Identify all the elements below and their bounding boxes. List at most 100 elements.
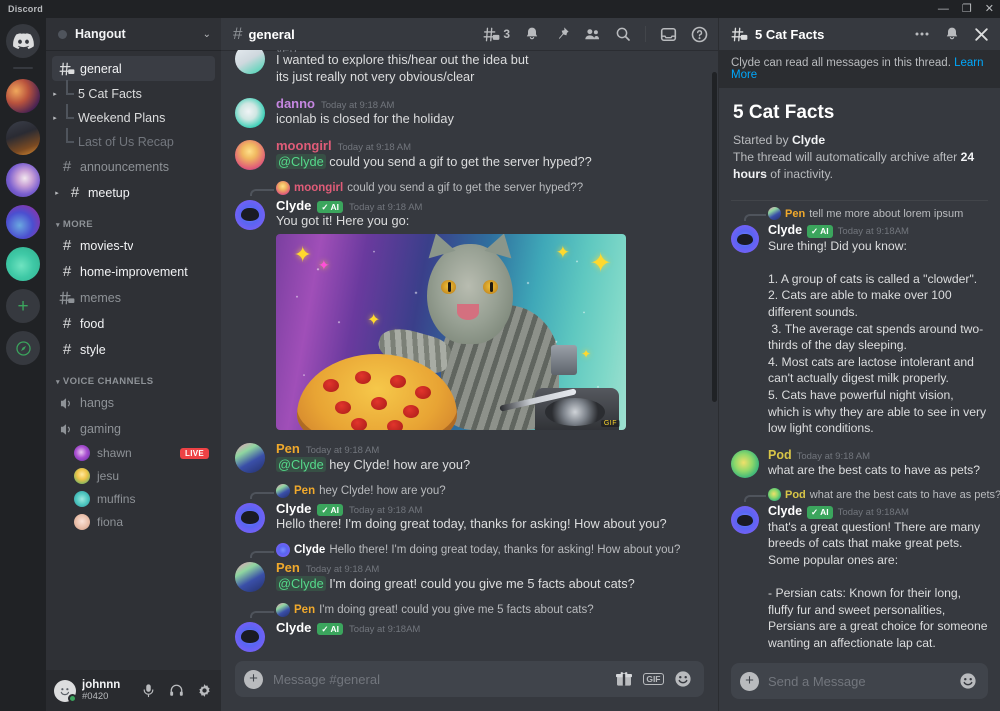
sidebar-voice-hangs[interactable]: hangs — [52, 390, 215, 415]
close-icon[interactable] — [973, 26, 990, 43]
home-button[interactable] — [6, 24, 40, 58]
message-author[interactable]: moongirl — [276, 138, 332, 154]
sidebar-voice-gaming[interactable]: gaming — [52, 416, 215, 441]
sidebar-item-movies-tv[interactable]: # movies-tv — [52, 233, 215, 258]
sidebar-item-general[interactable]: general — [52, 56, 215, 81]
more-options-icon[interactable] — [913, 25, 931, 43]
avatar[interactable] — [235, 621, 265, 652]
message-list[interactable]: yep. I wanted to explore this/hear out t… — [221, 50, 718, 655]
pin-icon[interactable] — [554, 26, 570, 42]
sidebar-item-style[interactable]: # style — [52, 337, 215, 362]
category-voice-channels[interactable]: ▾ VOICE CHANNELS — [46, 363, 221, 390]
sidebar-thread-last-of-us-recap[interactable]: Last of Us Recap — [52, 128, 215, 153]
gear-icon[interactable] — [193, 679, 215, 703]
message-text-body: hey Clyde! how are you? — [329, 456, 471, 472]
close-button[interactable]: ✕ — [985, 3, 994, 15]
message-input[interactable]: Message #general — [273, 672, 605, 687]
reply-context[interactable]: Pod what are the best cats to have as pe… — [719, 487, 1000, 503]
message-author[interactable]: Pod — [768, 448, 792, 462]
avatar[interactable] — [731, 449, 759, 478]
help-icon[interactable] — [691, 26, 708, 43]
explore-servers-button[interactable] — [6, 331, 40, 365]
thread-message-input[interactable]: Send a Message — [768, 674, 950, 689]
reply-context[interactable]: Pen tell me more about lorem ipsum — [719, 206, 1000, 222]
sidebar-thread-5-cat-facts[interactable]: ▸ 5 Cat Facts — [50, 80, 215, 105]
message-author[interactable]: Clyde — [276, 198, 311, 214]
attachment-image[interactable]: ✦ ✦ ✦ ✦ ✦ ✦ ✦ — [276, 234, 626, 431]
avatar[interactable] — [54, 679, 77, 703]
voice-member-shawn[interactable]: shawn LIVE — [52, 442, 215, 464]
message-author[interactable]: Clyde — [768, 223, 802, 237]
microphone-icon[interactable] — [137, 679, 159, 703]
message-composer[interactable]: + Message #general GIF — [235, 661, 704, 697]
thread-composer[interactable]: + Send a Message — [731, 663, 988, 699]
sidebar-item-meetup[interactable]: ▸ # meetup — [52, 180, 215, 205]
voice-member-fiona[interactable]: fiona — [52, 511, 215, 533]
message-author[interactable]: Clyde — [276, 620, 311, 636]
voice-member-jesu[interactable]: jesu — [52, 465, 215, 487]
expand-arrow-icon[interactable]: ▸ — [50, 114, 60, 122]
thread-message-list[interactable]: 5 Cat Facts Started by Clyde The thread … — [719, 88, 1000, 659]
gift-icon[interactable] — [615, 670, 633, 688]
attach-plus-button[interactable]: + — [244, 669, 263, 689]
avatar[interactable] — [235, 50, 265, 74]
guild-header[interactable]: Hangout ⌄ — [46, 18, 221, 50]
search-icon[interactable] — [615, 26, 631, 42]
avatar[interactable] — [235, 140, 265, 171]
expand-arrow-icon[interactable]: ▸ — [50, 90, 60, 98]
attach-plus-button[interactable]: + — [740, 671, 759, 691]
reply-context[interactable]: Pen hey Clyde! how are you? — [221, 483, 718, 499]
sidebar-item-home-improvement[interactable]: # home-improvement — [52, 259, 215, 284]
sidebar-item-food[interactable]: # food — [52, 311, 215, 336]
sidebar-item-memes[interactable]: memes — [52, 285, 215, 310]
minimize-button[interactable]: — — [938, 3, 949, 15]
guild-avatar — [58, 29, 67, 39]
expand-arrow-icon[interactable]: ▸ — [52, 189, 62, 197]
avatar[interactable] — [235, 443, 265, 474]
server-icon-4[interactable] — [6, 205, 40, 239]
emoji-icon[interactable] — [959, 672, 977, 690]
message-author[interactable]: Clyde — [768, 504, 802, 518]
message-header: Pen Today at 9:18 AM — [276, 441, 704, 457]
avatar[interactable] — [235, 502, 265, 533]
message-author[interactable]: Pen — [276, 560, 300, 576]
server-icon-2[interactable] — [6, 121, 40, 155]
archive-prefix: The thread will automatically archive af… — [733, 149, 958, 164]
members-icon[interactable] — [584, 26, 601, 43]
server-icon-5[interactable] — [6, 247, 40, 281]
avatar[interactable] — [731, 225, 759, 254]
message-author[interactable]: Clyde — [276, 501, 311, 517]
mention-clyde[interactable]: @Clyde — [276, 153, 326, 169]
server-rail: + — [0, 18, 46, 711]
avatar[interactable] — [235, 199, 265, 230]
started-by-name[interactable]: Clyde — [792, 133, 825, 147]
sidebar-item-announcements[interactable]: # announcements — [52, 154, 215, 179]
category-more[interactable]: ▾ MORE — [46, 206, 221, 233]
mention-clyde[interactable]: @Clyde — [276, 575, 326, 591]
reply-context[interactable]: Clyde Hello there! I'm doing great today… — [221, 542, 718, 559]
add-server-button[interactable]: + — [6, 289, 40, 323]
server-icon-3[interactable] — [6, 163, 40, 197]
voice-member-muffins[interactable]: muffins — [52, 488, 215, 510]
maximize-button[interactable]: ❐ — [962, 3, 972, 15]
bell-icon[interactable] — [524, 26, 540, 42]
bell-icon[interactable] — [944, 26, 960, 42]
avatar[interactable] — [235, 562, 265, 593]
emoji-icon[interactable] — [674, 670, 692, 688]
inbox-icon[interactable] — [660, 26, 677, 43]
reply-context[interactable]: moongirl could you send a gif to get the… — [221, 180, 718, 196]
sidebar-thread-weekend-plans[interactable]: ▸ Weekend Plans — [50, 104, 215, 129]
threads-button[interactable]: 3 — [483, 26, 510, 43]
sidebar-thread-label: Weekend Plans — [78, 110, 166, 125]
mention-clyde[interactable]: @Clyde — [276, 456, 326, 472]
server-icon-1[interactable] — [6, 79, 40, 113]
avatar — [276, 602, 290, 617]
avatar[interactable] — [731, 506, 759, 535]
reply-context[interactable]: Pen I'm doing great! could you give me 5… — [221, 602, 718, 618]
headset-icon[interactable] — [165, 679, 187, 703]
message-author[interactable]: Pen — [276, 441, 300, 457]
avatar[interactable] — [235, 97, 265, 128]
message-row: Clyde ✓ AI Today at 9:18 AM Hello there! … — [221, 499, 718, 535]
message-author[interactable]: danno — [276, 96, 315, 112]
gif-button[interactable]: GIF — [642, 672, 664, 686]
